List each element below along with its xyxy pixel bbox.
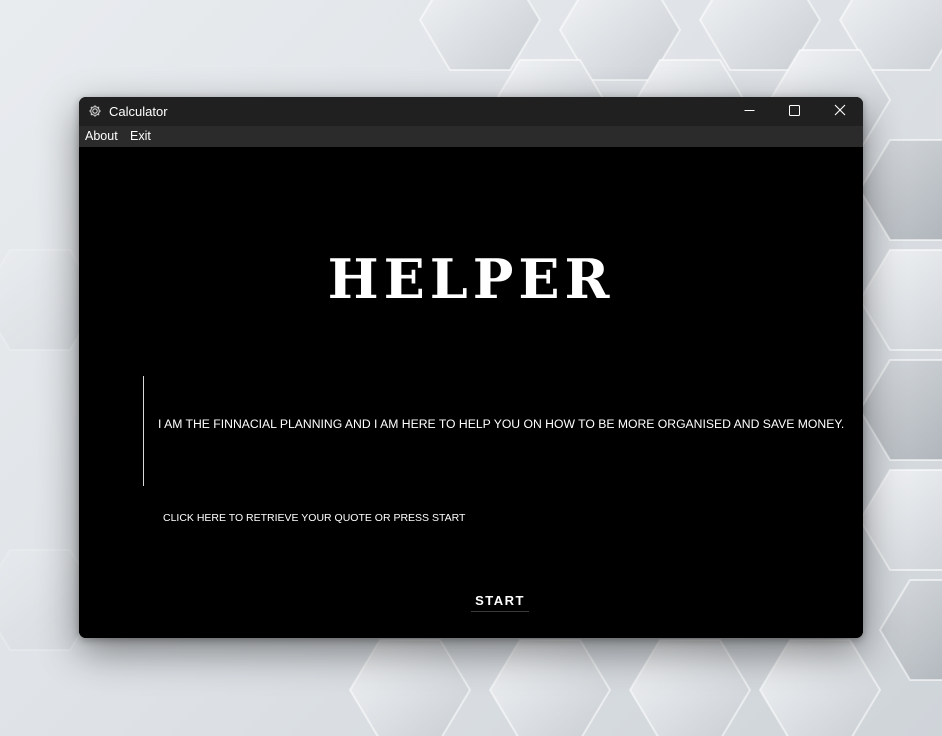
menu-item-exit[interactable]: Exit [130,129,151,144]
close-button[interactable] [817,97,863,126]
start-button[interactable]: START [471,591,529,612]
intro-text: I AM THE FINNACIAL PLANNING AND I AM HER… [158,417,845,431]
title-bar[interactable]: Calculator [79,97,863,126]
menu-item-about[interactable]: About [85,129,118,144]
menu-bar: About Exit [79,126,863,147]
maximize-button[interactable] [771,97,817,126]
desktop: Calculator About Exit HELPER I AM THE FI… [0,0,942,736]
minimize-icon [744,103,755,121]
minimize-button[interactable] [726,97,772,126]
gear-icon [88,104,102,118]
app-window: Calculator About Exit HELPER I AM THE FI… [79,97,863,638]
retrieve-quote-link[interactable]: CLICK HERE TO RETRIEVE YOUR QUOTE OR PRE… [163,512,465,525]
maximize-icon [788,103,800,121]
close-icon [834,103,846,121]
window-title: Calculator [109,104,168,119]
quote-divider [143,376,144,486]
main-content: HELPER I AM THE FINNACIAL PLANNING AND I… [79,147,863,638]
page-title: HELPER [327,247,615,311]
